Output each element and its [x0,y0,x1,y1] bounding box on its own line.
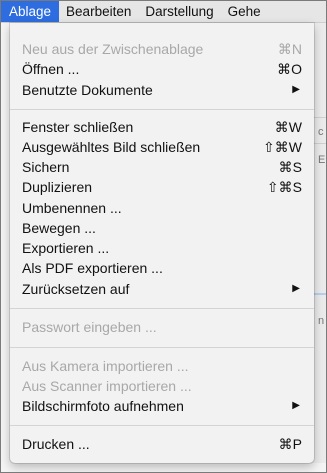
menu-item-label: Bewegen ... [22,220,96,236]
submenu-arrow-icon: ▶ [292,400,300,411]
background-text-fragment: E [318,154,326,166]
menu-item-shortcut: ⌘P [278,436,302,452]
menu-item-shortcut: ⌘N [277,41,302,57]
menu-item-label: Aus Kamera importieren ... [22,358,189,374]
menu-item-zuruecksetzen-auf[interactable]: Zurücksetzen auf ▶ [10,279,314,299]
menubar-gehe[interactable]: Gehe [221,1,268,22]
menu-item-label: Fenster schließen [22,119,134,135]
menu-item-bild-schliessen[interactable]: Ausgewähltes Bild schließen ⇧⌘W [10,137,314,157]
menu-item-label: Passwort eingeben ... [22,319,157,335]
menu-item-shortcut: ⌘S [278,159,302,175]
menu-item-bewegen[interactable]: Bewegen ... [10,218,314,238]
submenu-arrow-icon: ▶ [292,283,300,294]
menu-item-label: Neu aus der Zwischenablage [22,41,204,57]
menu-item-pdf-exportieren[interactable]: Als PDF exportieren ... [10,258,314,278]
menu-item-shortcut: ⌘O [277,61,302,77]
menubar-bearbeiten[interactable]: Bearbeiten [59,1,138,22]
menu-item-duplizieren[interactable]: Duplizieren ⇧⌘S [10,177,314,197]
menubar-darstellung[interactable]: Darstellung [138,1,220,22]
menu-separator [10,308,314,309]
menu-item-bildschirmfoto-aufnehmen[interactable]: Bildschirmfoto aufnehmen ▶ [10,396,314,416]
menu-item-benutzte-dokumente[interactable]: Benutzte Dokumente ▶ [10,80,314,100]
menu-separator [10,425,314,426]
menu-item-neu-aus-zwischenablage: Neu aus der Zwischenablage ⌘N [10,39,314,59]
menu-item-label: Ausgewähltes Bild schließen [22,139,201,155]
menu-item-sichern[interactable]: Sichern ⌘S [10,157,314,177]
menu-item-label: Öffnen ... [22,61,80,77]
menu-item-label: Aus Scanner importieren ... [22,378,192,394]
menu-item-label: Bildschirmfoto aufnehmen [22,398,184,414]
menu-item-exportieren[interactable]: Exportieren ... [10,238,314,258]
menu-item-passwort-eingeben: Passwort eingeben ... [10,317,314,337]
menu-item-label: Duplizieren [22,179,93,195]
menu-separator [10,109,314,110]
menu-item-shortcut: ⌘W [274,119,302,135]
menu-item-label: Sichern [22,159,70,175]
ablage-dropdown-menu: Neu aus der Zwischenablage ⌘N Öffnen ...… [10,23,314,463]
menu-item-shortcut: ⇧⌘W [263,139,302,155]
screenshot-frame: Ablage Bearbeiten Darstellung Gehe c E n… [0,0,327,473]
menu-item-shortcut: ⇧⌘S [266,179,302,195]
menu-item-label: Als PDF exportieren ... [22,260,163,276]
background-text-fragment: c [318,126,324,138]
menu-item-oeffnen[interactable]: Öffnen ... ⌘O [10,59,314,79]
menubar-ablage[interactable]: Ablage [1,1,60,22]
menu-item-label: Drucken ... [22,436,90,452]
menu-item-drucken[interactable]: Drucken ... ⌘P [10,434,314,454]
menu-item-label: Umbenennen ... [22,200,122,216]
menu-separator [10,347,314,348]
menu-item-aus-scanner-importieren: Aus Scanner importieren ... [10,376,314,396]
menu-item-label: Exportieren ... [22,240,110,256]
background-text-fragment: n [318,315,325,327]
menu-item-fenster-schliessen[interactable]: Fenster schließen ⌘W [10,117,314,137]
submenu-arrow-icon: ▶ [292,84,300,95]
menu-item-label: Zurücksetzen auf [22,281,130,297]
menu-item-aus-kamera-importieren: Aus Kamera importieren ... [10,356,314,376]
menu-bar: Ablage Bearbeiten Darstellung Gehe [1,1,326,23]
menu-item-umbenennen[interactable]: Umbenennen ... [10,198,314,218]
menu-item-label: Benutzte Dokumente [22,82,153,98]
